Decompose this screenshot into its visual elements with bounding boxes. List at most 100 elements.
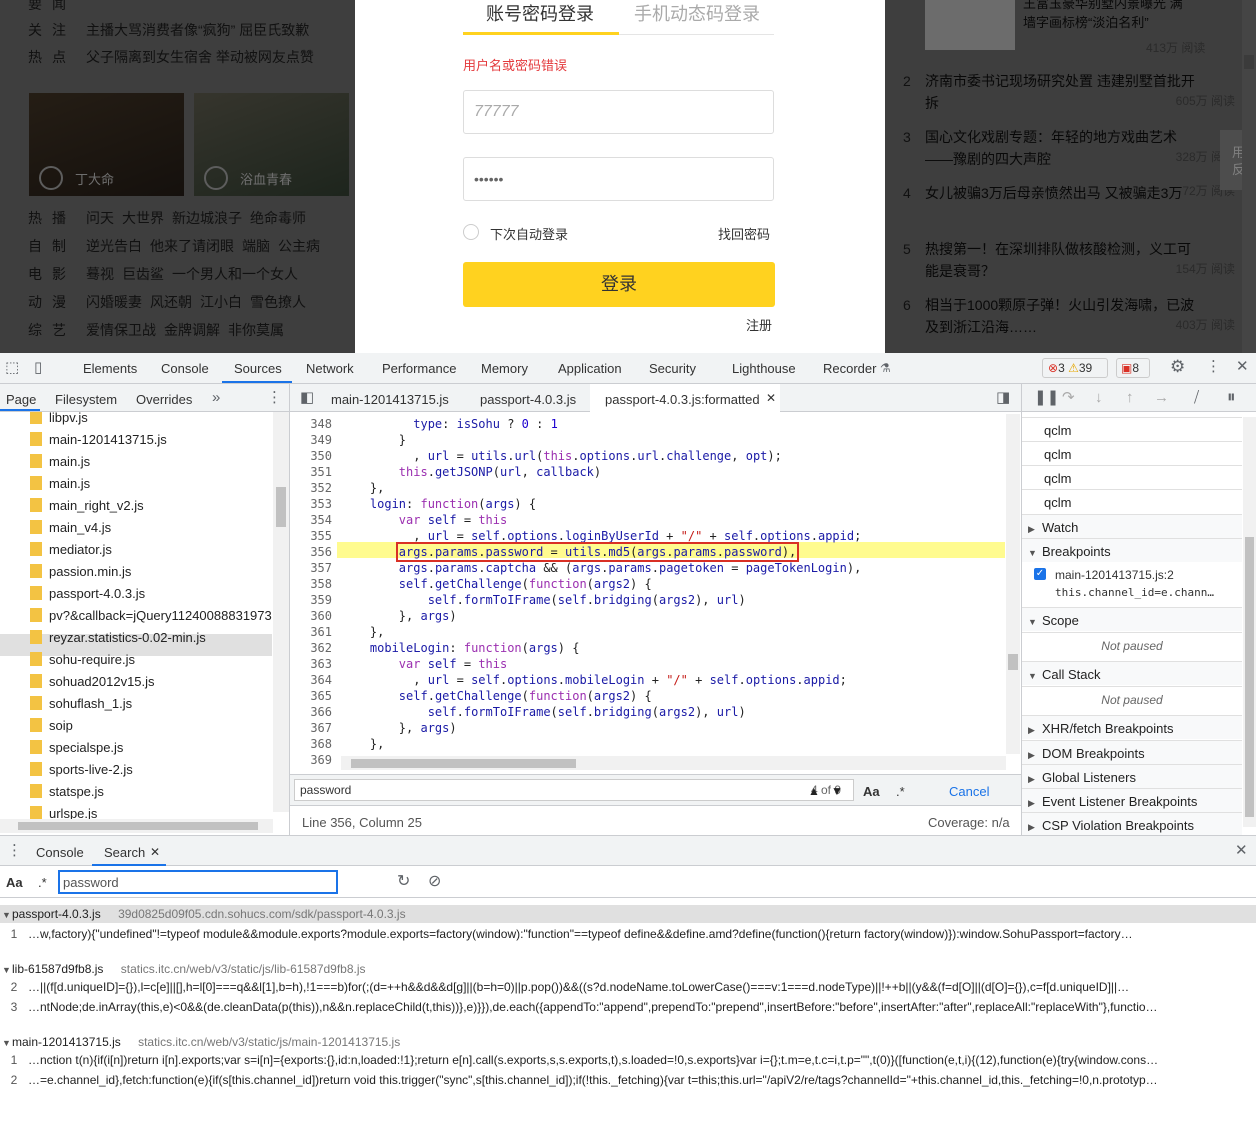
tab-elements[interactable]: Elements: [83, 361, 137, 376]
code-hscrollbar[interactable]: [341, 756, 1006, 770]
file-tree-hscrollbar[interactable]: [0, 819, 273, 833]
step-into-icon[interactable]: ↓: [1095, 390, 1103, 406]
step-over-icon[interactable]: ↷: [1062, 390, 1075, 406]
close-devtools-icon[interactable]: ✕: [1236, 359, 1249, 375]
file-item[interactable]: reyzar.statistics-0.02-min.js: [30, 630, 206, 652]
tab-performance[interactable]: Performance: [382, 361, 456, 376]
result-line[interactable]: 1 …w,factory){"undefined"!=typeof module&…: [0, 927, 1256, 941]
watch-expression[interactable]: qclm: [1022, 465, 1242, 489]
forgot-password-link[interactable]: 找回密码: [718, 224, 770, 243]
close-drawer-icon[interactable]: ✕: [1235, 843, 1248, 859]
file-tree-scrollbar[interactable]: [273, 412, 289, 812]
watch-expression[interactable]: qclm: [1022, 417, 1242, 441]
close-search-tab-icon[interactable]: ✕: [150, 844, 160, 860]
more-tabs-icon[interactable]: »: [212, 390, 220, 406]
result-line[interactable]: 3 …ntNode;de.inArray(this,e)<0&&(de.clean…: [0, 1000, 1256, 1014]
watch-expression[interactable]: qclm: [1022, 489, 1242, 513]
line-number[interactable]: 357: [290, 561, 332, 575]
next-match-icon[interactable]: ▼: [831, 783, 843, 799]
match-case-toggle[interactable]: Aa: [863, 784, 880, 799]
pause-on-exceptions-icon[interactable]: ⏸: [1227, 388, 1236, 405]
line-number[interactable]: 366: [290, 705, 332, 719]
line-number[interactable]: 350: [290, 449, 332, 463]
tab-overrides[interactable]: Overrides: [136, 392, 192, 407]
result-file-header[interactable]: ▼lib-61587d9fb8.js statics.itc.cn/web/v3…: [0, 960, 1256, 978]
username-input[interactable]: 77777: [463, 90, 774, 134]
line-number[interactable]: 355: [290, 529, 332, 543]
tab-memory[interactable]: Memory: [481, 361, 528, 376]
line-number[interactable]: 349: [290, 433, 332, 447]
breakpoint-checkbox[interactable]: ✓: [1034, 568, 1046, 580]
tab-network[interactable]: Network: [306, 361, 354, 376]
line-number[interactable]: 356: [290, 545, 332, 559]
section-csp-breakpoints[interactable]: ▶ CSP Violation Breakpoints: [1022, 812, 1242, 836]
section-watch[interactable]: ▶ Watch: [1022, 514, 1242, 538]
code-vscrollbar[interactable]: [1006, 414, 1020, 754]
toggle-navigator-icon[interactable]: ◧: [300, 390, 314, 406]
line-number[interactable]: 367: [290, 721, 332, 735]
section-event-listener-breakpoints[interactable]: ▶ Event Listener Breakpoints: [1022, 788, 1242, 812]
deactivate-breakpoints-icon[interactable]: ⧸: [1194, 390, 1199, 406]
line-number[interactable]: 359: [290, 593, 332, 607]
tab-phone-login[interactable]: 手机动态码登录: [634, 0, 760, 26]
navigator-menu-icon[interactable]: ⋮: [267, 390, 282, 406]
device-toolbar-icon[interactable]: ▯: [34, 360, 42, 376]
search-match-case[interactable]: Aa: [6, 875, 23, 890]
file-item[interactable]: passport-4.0.3.js: [30, 586, 145, 608]
editor-tab-active[interactable]: passport-4.0.3.js:formatted: [605, 392, 760, 407]
line-number[interactable]: 353: [290, 497, 332, 511]
result-file-header[interactable]: ▼main-1201413715.js statics.itc.cn/web/v…: [0, 1033, 1256, 1051]
tab-security[interactable]: Security: [649, 361, 696, 376]
clear-icon[interactable]: ⊘: [428, 874, 441, 890]
line-number[interactable]: 369: [290, 753, 332, 767]
refresh-icon[interactable]: ↻: [397, 874, 410, 890]
register-link[interactable]: 注册: [746, 315, 772, 334]
file-item[interactable]: main-1201413715.js: [30, 432, 167, 454]
file-item[interactable]: sohu-require.js: [30, 652, 135, 674]
line-number[interactable]: 354: [290, 513, 332, 527]
previous-match-icon[interactable]: ▲: [808, 783, 820, 799]
file-item[interactable]: mediator.js: [30, 542, 112, 564]
search-regex[interactable]: .*: [38, 875, 47, 890]
cancel-find-button[interactable]: Cancel: [949, 784, 989, 799]
section-dom-breakpoints[interactable]: ▶ DOM Breakpoints: [1022, 740, 1242, 764]
settings-gear-icon[interactable]: ⚙: [1170, 358, 1185, 375]
console-counts[interactable]: ⊗3 ⚠39: [1042, 358, 1108, 378]
inspect-element-icon[interactable]: ⬚: [5, 360, 19, 376]
section-call-stack[interactable]: ▼ Call Stack: [1022, 661, 1242, 685]
tab-password-login[interactable]: 账号密码登录: [486, 0, 594, 26]
tab-page[interactable]: Page: [6, 392, 36, 407]
step-icon[interactable]: →: [1154, 390, 1169, 406]
sidebar-scrollbar[interactable]: [1243, 417, 1256, 827]
result-file-header[interactable]: ▼passport-4.0.3.js 39d0825d09f05.cdn.soh…: [0, 905, 1256, 923]
line-number[interactable]: 352: [290, 481, 332, 495]
drawer-tab-console[interactable]: Console: [36, 845, 84, 860]
file-item[interactable]: sports-live-2.js: [30, 762, 133, 784]
section-xhr-breakpoints[interactable]: ▶ XHR/fetch Breakpoints: [1022, 715, 1242, 739]
file-item[interactable]: main_right_v2.js: [30, 498, 144, 520]
file-item[interactable]: passion.min.js: [30, 564, 131, 586]
file-item[interactable]: pv?&callback=jQuery11240088831973: [30, 608, 272, 630]
close-tab-icon[interactable]: ✕: [766, 390, 776, 406]
regex-toggle[interactable]: .*: [896, 784, 905, 799]
drawer-menu-icon[interactable]: ⋮: [7, 843, 22, 859]
file-item[interactable]: main.js: [30, 454, 90, 476]
toggle-debugger-icon[interactable]: ◨: [996, 390, 1010, 406]
password-input[interactable]: ••••••: [463, 157, 774, 201]
result-line[interactable]: 2 …||(f[d.uniqueID]={}),l=c[e]||[],h=l[0]…: [0, 980, 1256, 994]
tab-sources[interactable]: Sources: [234, 361, 282, 376]
find-input[interactable]: password 4 of 9: [294, 779, 854, 801]
file-item[interactable]: soip: [30, 718, 73, 740]
file-item[interactable]: libpv.js: [30, 412, 88, 432]
tab-application[interactable]: Application: [558, 361, 622, 376]
line-number[interactable]: 364: [290, 673, 332, 687]
tab-console[interactable]: Console: [161, 361, 209, 376]
breakpoint-location[interactable]: main-1201413715.js:2: [1055, 568, 1174, 582]
line-number[interactable]: 363: [290, 657, 332, 671]
file-item[interactable]: main_v4.js: [30, 520, 111, 542]
file-item[interactable]: statspe.js: [30, 784, 104, 806]
file-item[interactable]: sohuad2012v15.js: [30, 674, 155, 696]
section-breakpoints[interactable]: ▼ Breakpoints: [1022, 538, 1242, 562]
editor-tab[interactable]: passport-4.0.3.js: [480, 392, 576, 407]
line-number[interactable]: 361: [290, 625, 332, 639]
